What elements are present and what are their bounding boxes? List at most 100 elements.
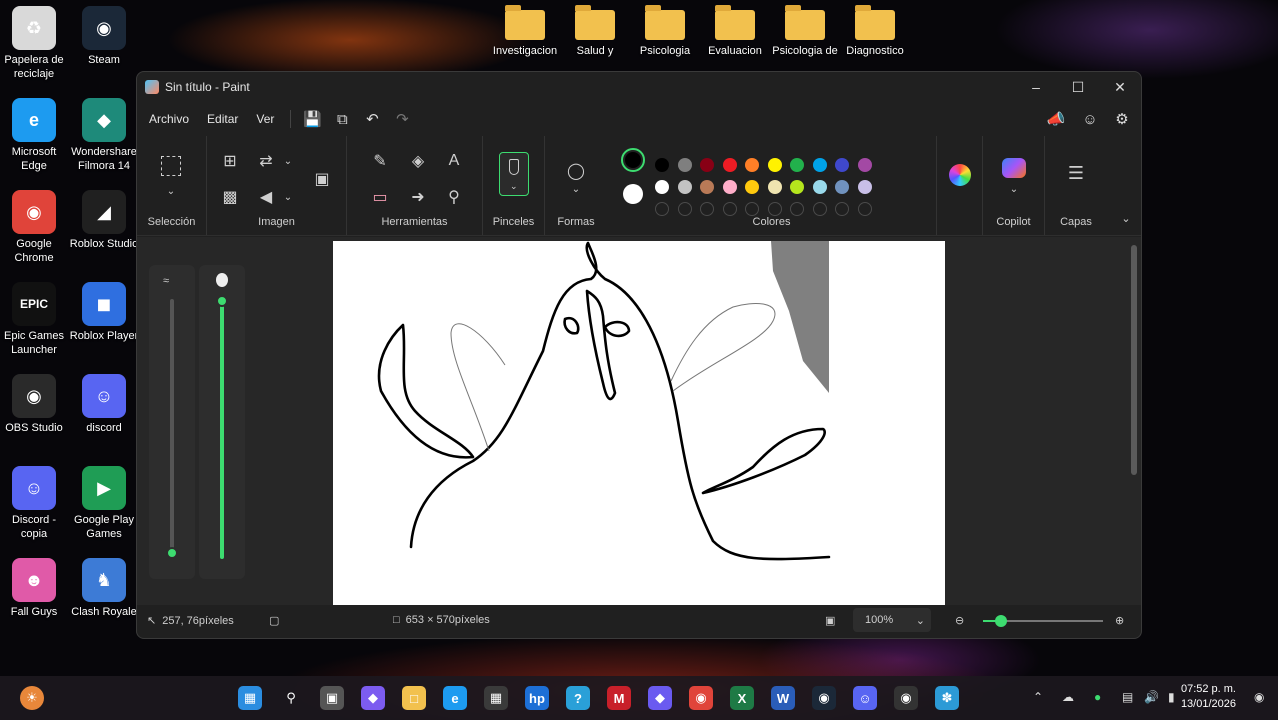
battery-icon[interactable]: ▮ (1168, 690, 1175, 704)
ribbon-collapse-chevron-icon[interactable]: ⌄ (1115, 207, 1137, 229)
desktop-folder[interactable]: Diagnostico (840, 5, 910, 57)
custom-color-slot[interactable] (655, 202, 669, 216)
microphone-icon[interactable]: ● (1094, 690, 1101, 704)
layers-icon[interactable]: ☰ (1065, 162, 1087, 184)
undo-icon[interactable]: ↶ (357, 106, 387, 132)
redo-icon[interactable]: ↷ (387, 106, 417, 132)
desktop-folder[interactable]: Psicologia (630, 5, 700, 57)
file-explorer-icon[interactable]: □ (402, 686, 426, 710)
zoom-dropdown[interactable]: 100% ⌄ (853, 608, 931, 632)
slider-thumb[interactable] (166, 547, 178, 559)
color-swatch[interactable] (700, 158, 714, 172)
chrome-icon[interactable]: ◉ (689, 686, 713, 710)
vertical-scrollbar[interactable] (1131, 245, 1137, 475)
menu-file[interactable]: Archivo (141, 106, 197, 132)
color-swatch[interactable] (745, 180, 759, 194)
help-icon[interactable]: ? (566, 686, 590, 710)
custom-color-slot[interactable] (767, 202, 782, 216)
desktop-folder[interactable]: Psicologia de (770, 5, 840, 57)
fill-bucket-icon[interactable]: ◈ (407, 150, 429, 172)
network-icon[interactable]: ▤ (1122, 690, 1133, 704)
color-swatch[interactable] (857, 180, 872, 194)
select-rectangle-icon[interactable] (161, 156, 181, 176)
desktop-folder[interactable]: Salud y (560, 5, 630, 57)
start-icon[interactable]: ▦ (238, 686, 262, 710)
chevron-down-icon[interactable]: ⌄ (277, 186, 299, 208)
word-icon[interactable]: W (771, 686, 795, 710)
color-swatch[interactable] (790, 158, 804, 172)
widgets-icon[interactable]: ☀ (20, 686, 44, 710)
color-swatch[interactable] (767, 180, 782, 194)
zoom-out-icon[interactable]: ⊖ (955, 614, 964, 627)
remove-background-icon[interactable]: ▩ (219, 186, 241, 208)
account-icon[interactable]: ☺ (1075, 106, 1105, 132)
copilot-icon[interactable]: ◆ (361, 686, 385, 710)
zoom-slider-thumb[interactable] (995, 615, 1007, 627)
color-swatch[interactable] (655, 158, 669, 172)
color-swatch[interactable] (812, 180, 827, 194)
volume-icon[interactable]: 🔊 (1144, 690, 1159, 704)
desktop-shortcut[interactable]: ☻ Fall Guys (0, 558, 70, 619)
desktop-shortcut[interactable]: ◉ Google Chrome (0, 190, 70, 265)
color-swatch[interactable] (700, 180, 714, 194)
color-swatch[interactable] (835, 180, 849, 194)
desktop-shortcut[interactable]: ☺ Discord - copia (0, 466, 70, 541)
copilot-app-icon[interactable]: ◆ (648, 686, 672, 710)
color-swatch[interactable] (857, 158, 872, 172)
magnifier-icon[interactable]: ⚲ (443, 186, 465, 208)
share-icon[interactable]: ⧉ (327, 106, 357, 132)
drawing-canvas[interactable] (333, 241, 945, 605)
desktop-shortcut[interactable]: ◉ Steam (68, 6, 140, 67)
desktop-shortcut[interactable]: e Microsoft Edge (0, 98, 70, 173)
discord-icon[interactable]: ☺ (853, 686, 877, 710)
custom-color-slot[interactable] (812, 202, 827, 216)
custom-color-slot[interactable] (790, 202, 804, 216)
desktop-shortcut[interactable]: ◢ Roblox Studio (68, 190, 140, 251)
maximize-button[interactable]: ☐ (1057, 72, 1099, 102)
tray-overflow-icon[interactable]: ⌃ (1033, 690, 1043, 704)
brush-selector[interactable]: ⌄ (499, 152, 529, 196)
opacity-slider[interactable] (199, 265, 245, 579)
zoom-in-icon[interactable]: ⊕ (1115, 614, 1124, 627)
color-swatch[interactable] (677, 158, 692, 172)
desktop-shortcut[interactable]: ☺ discord (68, 374, 140, 435)
fit-to-window-icon[interactable]: ▣ (825, 614, 835, 627)
store-icon[interactable]: ▦ (484, 686, 508, 710)
edge-icon[interactable]: e (443, 686, 467, 710)
desktop-shortcut[interactable]: ♞ Clash Royale (68, 558, 140, 619)
mcafee-icon[interactable]: M (607, 686, 631, 710)
desktop-shortcut[interactable]: EPIC Epic Games Launcher (0, 282, 70, 357)
color-swatch[interactable] (655, 180, 669, 194)
color-swatch[interactable] (722, 180, 737, 194)
menu-view[interactable]: Ver (248, 106, 282, 132)
notification-bell-icon[interactable]: ◉ (1254, 690, 1264, 704)
chevron-down-icon[interactable]: ⌄ (565, 178, 587, 200)
brush-size-slider[interactable]: ≈ (149, 265, 195, 579)
custom-color-slot[interactable] (745, 202, 759, 216)
primary-color-swatch[interactable] (621, 148, 645, 172)
custom-color-slot[interactable] (722, 202, 737, 216)
excel-icon[interactable]: X (730, 686, 754, 710)
obs-icon[interactable]: ◉ (894, 686, 918, 710)
rotate-icon[interactable]: ◀ (255, 186, 277, 208)
color-swatch[interactable] (722, 158, 737, 172)
eraser-icon[interactable]: ▭ (369, 186, 391, 208)
color-picker-icon[interactable]: ➜ (407, 186, 429, 208)
desktop-shortcut[interactable]: ▶ Google Play Games (68, 466, 140, 541)
zoom-slider[interactable] (983, 615, 1103, 627)
color-swatch[interactable] (835, 158, 849, 172)
desktop-shortcut[interactable]: ◉ OBS Studio (0, 374, 70, 435)
clock[interactable]: 07:52 p. m. 13/01/2026 (1181, 682, 1236, 712)
chevron-down-icon[interactable]: ⌄ (277, 150, 299, 172)
chevron-down-icon[interactable]: ⌄ (1003, 178, 1025, 200)
desktop-shortcut[interactable]: ◆ Wondershare Filmora 14 (68, 98, 140, 173)
resize-icon[interactable]: ⇄ (255, 150, 277, 172)
minimize-button[interactable]: – (1015, 72, 1057, 102)
secondary-color-swatch[interactable] (623, 184, 643, 204)
search-icon[interactable]: ⚲ (279, 686, 303, 710)
slider-thumb[interactable] (216, 295, 228, 307)
copilot-icon[interactable] (1002, 158, 1026, 178)
color-swatch[interactable] (812, 158, 827, 172)
pencil-icon[interactable]: ✎ (369, 150, 391, 172)
hp-icon[interactable]: hp (525, 686, 549, 710)
